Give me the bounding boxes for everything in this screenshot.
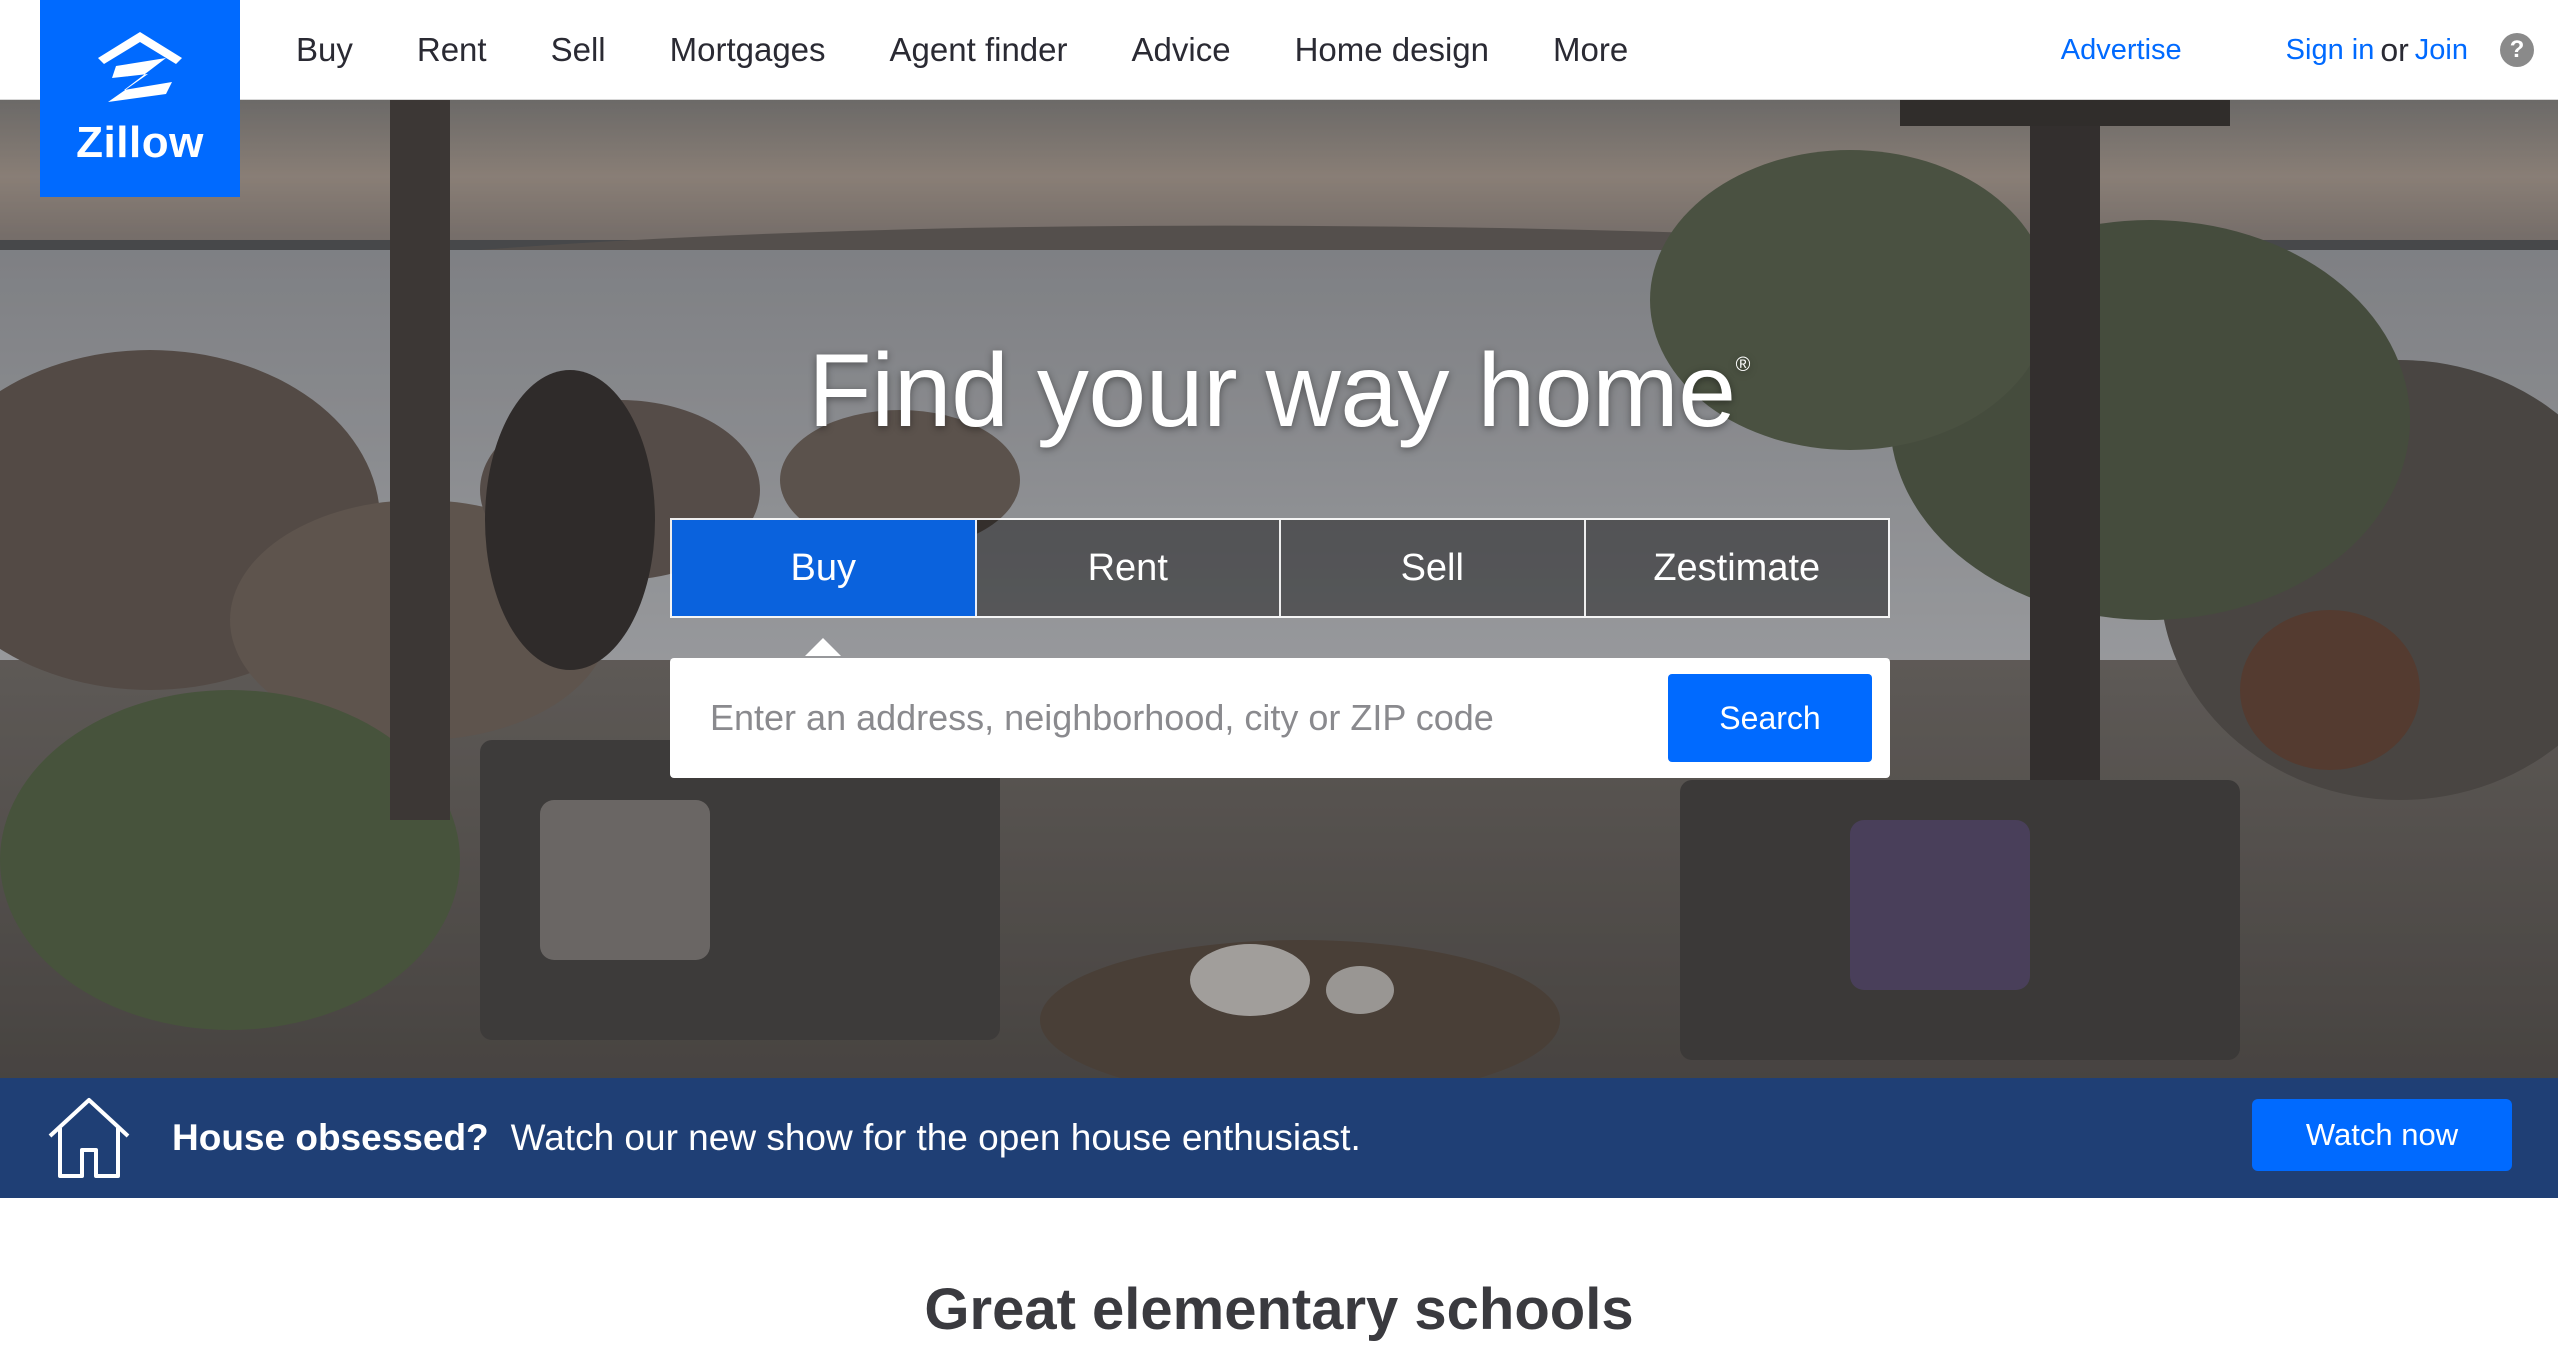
promo-headline: House obsessed? [172, 1117, 489, 1158]
search-type-tabs: Buy Rent Sell Zestimate [670, 518, 1890, 656]
nav-item-more[interactable]: More [1521, 31, 1660, 69]
nav-item-advice[interactable]: Advice [1100, 31, 1263, 69]
hero-title-text: Find your way home [808, 333, 1736, 449]
schools-section-title: Great elementary schools [924, 1277, 1634, 1342]
hero-title: Find your way home® [0, 332, 2558, 451]
zillow-logo[interactable]: Zillow [40, 0, 240, 197]
nav-item-rent[interactable]: Rent [385, 31, 519, 69]
join-link[interactable]: Join [2415, 34, 2468, 67]
tab-buy[interactable]: Buy [672, 520, 977, 656]
advertise-link[interactable]: Advertise [2061, 34, 2182, 67]
search-button[interactable]: Search [1668, 674, 1872, 762]
nav-item-sell[interactable]: Sell [519, 31, 638, 69]
nav-item-mortgages[interactable]: Mortgages [638, 31, 858, 69]
main-nav: Buy Rent Sell Mortgages Agent finder Adv… [264, 0, 1660, 100]
nav-item-buy[interactable]: Buy [264, 31, 385, 69]
or-separator: or [2380, 31, 2409, 68]
tab-zestimate[interactable]: Zestimate [1585, 520, 1888, 616]
search-input[interactable] [710, 688, 1650, 748]
nav-item-home-design[interactable]: Home design [1263, 31, 1521, 69]
watch-now-button[interactable]: Watch now [2252, 1099, 2512, 1171]
hero-title-mark: ® [1735, 354, 1751, 376]
promo-message: House obsessed? Watch our new show for t… [172, 1078, 1361, 1198]
sign-in-link[interactable]: Sign in [2286, 34, 2375, 67]
house-outline-icon [48, 1098, 130, 1178]
nav-item-agent-finder[interactable]: Agent finder [858, 31, 1100, 69]
logo-text: Zillow [76, 118, 204, 167]
hero-section: Find your way home® Buy Rent Sell Zestim… [0, 100, 2558, 1078]
promo-banner: House obsessed? Watch our new show for t… [0, 1078, 2558, 1198]
search-box: Search [670, 658, 1890, 778]
account-links: Advertise Sign in or Join ? [2061, 0, 2534, 100]
promo-description: Watch our new show for the open house en… [510, 1117, 1361, 1158]
question-circle-icon[interactable]: ? [2500, 33, 2534, 67]
tab-sell[interactable]: Sell [1281, 520, 1586, 616]
tab-rent[interactable]: Rent [976, 520, 1281, 616]
top-navigation: Buy Rent Sell Mortgages Agent finder Adv… [0, 0, 2558, 100]
zillow-z-icon [98, 32, 182, 102]
